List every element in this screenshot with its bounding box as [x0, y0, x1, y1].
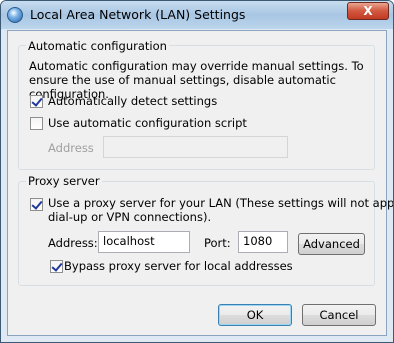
proxy-server-label: Proxy server [26, 174, 102, 188]
bypass-local-label[interactable]: Bypass proxy server for local addresses [64, 259, 293, 273]
proxy-port-input[interactable]: 1080 [238, 231, 288, 253]
dialog-body: Automatic configuration Automatic config… [7, 30, 393, 336]
proxy-port-label: Port: [204, 236, 231, 250]
lan-settings-dialog: Local Area Network (LAN) Settings X Auto… [0, 0, 394, 343]
auto-detect-label[interactable]: Automatically detect settings [48, 94, 217, 108]
cancel-button[interactable]: Cancel [302, 304, 376, 326]
advanced-button[interactable]: Advanced [298, 233, 365, 255]
title-bar[interactable]: Local Area Network (LAN) Settings X [1, 1, 393, 29]
proxy-address-label: Address: [48, 236, 98, 250]
use-proxy-label-continued[interactable]: dial-up or VPN connections). [48, 210, 211, 224]
close-button[interactable]: X [347, 2, 389, 20]
auto-detect-checkbox[interactable] [30, 95, 43, 108]
script-address-label: Address [48, 141, 94, 155]
use-config-script-label[interactable]: Use automatic configuration script [48, 116, 247, 130]
network-globe-icon [7, 7, 23, 23]
automatic-configuration-label: Automatic configuration [26, 39, 169, 53]
bypass-local-checkbox[interactable] [50, 260, 63, 273]
proxy-address-input[interactable]: localhost [98, 231, 190, 253]
use-config-script-checkbox[interactable] [30, 117, 43, 130]
close-icon: X [363, 4, 373, 18]
script-address-input[interactable] [103, 136, 288, 158]
window-title: Local Area Network (LAN) Settings [30, 7, 246, 22]
use-proxy-checkbox[interactable] [30, 198, 43, 211]
ok-button[interactable]: OK [218, 304, 292, 326]
use-proxy-label[interactable]: Use a proxy server for your LAN (These s… [48, 196, 393, 210]
